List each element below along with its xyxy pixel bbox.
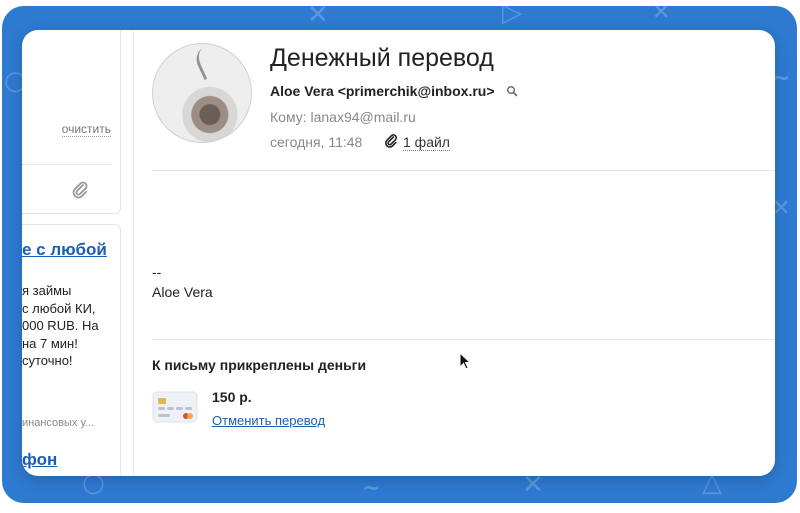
sender-address[interactable]: Aloe Vera <primerchik@inbox.ru> bbox=[270, 83, 495, 99]
bank-card-icon bbox=[152, 388, 198, 426]
ad-title-link[interactable]: фон bbox=[22, 450, 57, 470]
paperclip-icon[interactable] bbox=[70, 180, 90, 200]
sender-avatar[interactable] bbox=[152, 43, 252, 143]
triangle-decoration: ▷ bbox=[502, 6, 522, 28]
divider bbox=[152, 339, 775, 340]
left-sidebar: очистить е с любой я займы с любой КИ, 0… bbox=[22, 30, 122, 476]
email-window: очистить е с любой я займы с любой КИ, 0… bbox=[22, 30, 775, 476]
signature-separator: -- bbox=[152, 264, 162, 280]
wave-decoration: ~ bbox=[362, 476, 381, 501]
cross-decoration: ✕ bbox=[307, 6, 329, 30]
recipient-line: Кому: lanax94@mail.ru bbox=[270, 109, 416, 125]
paperclip-icon bbox=[383, 133, 399, 149]
signature-name: Aloe Vera bbox=[152, 284, 213, 300]
clear-button[interactable]: очистить bbox=[61, 123, 111, 137]
divider bbox=[22, 164, 112, 165]
search-icon[interactable] bbox=[506, 84, 518, 97]
message-subject: Денежный перевод bbox=[270, 44, 494, 72]
message-view: Денежный перевод Aloe Vera <primerchik@i… bbox=[134, 30, 775, 476]
attachments-link[interactable]: 1 файл bbox=[403, 134, 450, 151]
message-date: сегодня, 11:48 bbox=[270, 134, 363, 150]
ad-text: я займы с любой КИ, 000 RUB. На на 7 мин… bbox=[22, 283, 99, 368]
ad-title-link[interactable]: е с любой bbox=[22, 240, 107, 260]
money-attachment-heading: К письму прикреплены деньги bbox=[152, 357, 367, 373]
divider bbox=[152, 170, 775, 171]
transfer-amount: 150 р. bbox=[212, 389, 252, 405]
cancel-transfer-link[interactable]: Отменить перевод bbox=[212, 413, 325, 428]
mouse-cursor-icon bbox=[459, 351, 472, 370]
ad-source: инансовых у... bbox=[22, 417, 95, 429]
cross-decoration: ✕ bbox=[652, 6, 671, 25]
